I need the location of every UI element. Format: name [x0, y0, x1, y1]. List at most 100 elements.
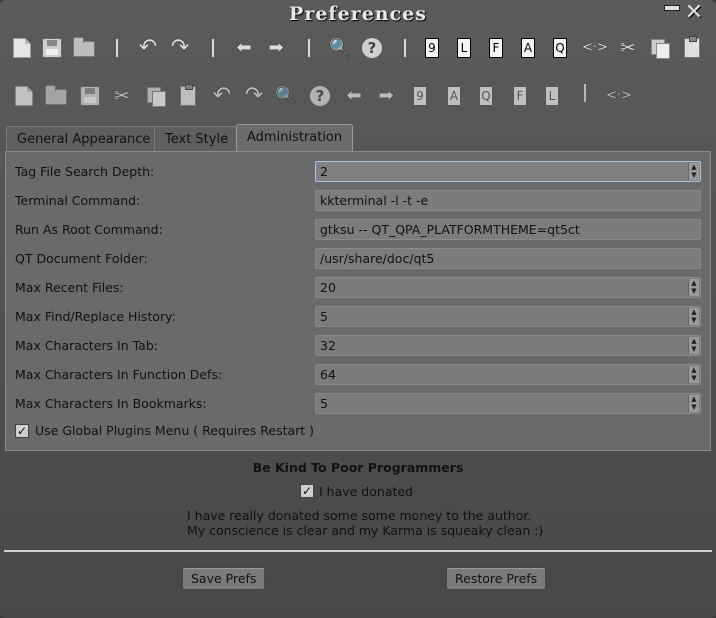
help-button[interactable]: ?	[360, 36, 384, 60]
spin-arrows-icon[interactable]: ▲ ▼	[688, 366, 699, 383]
tab-text-style[interactable]: Text Style	[154, 126, 240, 152]
spin-arrows-icon[interactable]: ▲ ▼	[688, 395, 699, 412]
preview-q-box-button[interactable]: Q	[474, 84, 498, 108]
q-box-button[interactable]: Q	[548, 36, 572, 60]
tag-depth-label: Tag File Search Depth:	[15, 164, 155, 179]
preview-undo-button[interactable]: ↶	[210, 84, 234, 108]
help-icon: ?	[362, 38, 382, 58]
max-func-value: 64	[320, 367, 336, 382]
code-tag-button[interactable]: <·>	[582, 36, 608, 60]
l-box-button[interactable]: L	[452, 36, 476, 60]
toolbar-separator	[212, 39, 214, 57]
tab-administration[interactable]: Administration	[236, 124, 354, 152]
preview-search-button[interactable]: 🔍	[274, 84, 298, 108]
preview-new-button[interactable]	[12, 84, 36, 108]
max-bookmarks-spinbox[interactable]: 5 ▲ ▼	[315, 393, 701, 414]
tag-depth-spinbox[interactable]: 2 ▲ ▼	[315, 161, 701, 182]
max-recent-row: Max Recent Files: 20 ▲ ▼	[15, 277, 705, 299]
restore-prefs-button[interactable]: Restore Prefs	[446, 567, 547, 590]
preview-l-box-button[interactable]: L	[540, 84, 564, 108]
donate-section: Be Kind To Poor Programmers ✓ I have don…	[0, 456, 716, 546]
preferences-window: Preferences ✕ ↶ ↷ ⬅ ➡ 🔍 ? 9 L F A Q <·> …	[0, 0, 716, 618]
root-command-label: Run As Root Command:	[15, 222, 163, 237]
cut-icon: ✂	[114, 85, 130, 107]
preview-nine-box-button[interactable]: 9	[408, 84, 432, 108]
max-tab-row: Max Characters In Tab: 32 ▲ ▼	[15, 335, 705, 357]
tag-depth-row: Tag File Search Depth: 2 ▲ ▼	[15, 161, 705, 183]
max-recent-spinbox[interactable]: 20 ▲ ▼	[315, 277, 701, 298]
donated-checkbox[interactable]: ✓	[300, 484, 314, 498]
code-tag-icon: <·>	[606, 88, 632, 103]
preview-f-box-button[interactable]: F	[508, 84, 532, 108]
open-button[interactable]	[72, 36, 96, 60]
redo-icon: ↷	[244, 83, 264, 108]
cut-icon: ✂	[620, 37, 636, 59]
max-func-spinbox[interactable]: 64 ▲ ▼	[315, 364, 701, 385]
max-tab-spinbox[interactable]: 32 ▲ ▼	[315, 335, 701, 356]
spin-arrows-icon[interactable]: ▲ ▼	[688, 308, 699, 325]
preview-a-box-button[interactable]: A	[442, 84, 466, 108]
terminal-command-input[interactable]: kkterminal -l -t -e	[315, 190, 701, 211]
window-title: Preferences	[289, 3, 427, 25]
donate-message: I have really donated some some money to…	[187, 508, 543, 538]
code-tag-icon: <·>	[582, 40, 608, 55]
preview-cut-button[interactable]: ✂	[110, 84, 134, 108]
search-icon: 🔍	[329, 38, 351, 58]
preview-redo-button[interactable]: ↷	[242, 84, 266, 108]
search-button[interactable]: 🔍	[328, 36, 352, 60]
back-arrow-icon: ⬅	[346, 85, 362, 106]
toolbar-separator	[308, 39, 310, 57]
preview-open-button[interactable]	[44, 84, 68, 108]
global-plugins-label[interactable]: Use Global Plugins Menu ( Requires Resta…	[35, 423, 314, 438]
undo-button[interactable]: ↶	[136, 36, 160, 60]
spin-arrows-icon[interactable]: ▲ ▼	[688, 163, 699, 180]
preview-copy-button[interactable]	[144, 84, 168, 108]
preview-forward-button[interactable]: ➡	[374, 84, 398, 108]
tab-bar: General Appearance Text Style Administra…	[6, 124, 710, 152]
toolbar-separator	[116, 39, 118, 57]
donated-label[interactable]: I have donated	[319, 484, 413, 499]
new-document-button[interactable]	[10, 36, 34, 60]
max-find-spinbox[interactable]: 5 ▲ ▼	[315, 306, 701, 327]
spin-arrows-icon[interactable]: ▲ ▼	[688, 337, 699, 354]
tab-general-appearance[interactable]: General Appearance	[6, 126, 162, 152]
preview-code-tag-button[interactable]: <·>	[606, 84, 632, 108]
close-icon: ✕	[684, 0, 704, 25]
save-prefs-button[interactable]: Save Prefs	[182, 567, 266, 590]
forward-button[interactable]: ➡	[264, 36, 288, 60]
preview-help-button[interactable]: ?	[308, 84, 332, 108]
redo-button[interactable]: ↷	[168, 36, 192, 60]
root-command-input[interactable]: gtksu -- QT_QPA_PLATFORMTHEME=qt5ct	[315, 219, 701, 240]
cut-button[interactable]: ✂	[616, 36, 640, 60]
q-box-icon: Q	[479, 86, 493, 106]
window-controls: ✕	[660, 2, 710, 26]
max-recent-label: Max Recent Files:	[15, 280, 124, 295]
save-button[interactable]	[40, 36, 64, 60]
paste-button[interactable]	[680, 36, 704, 60]
max-find-label: Max Find/Replace History:	[15, 309, 176, 324]
global-plugins-checkbox[interactable]: ✓	[15, 424, 29, 438]
qt-doc-folder-input[interactable]: /usr/share/doc/qt5	[315, 248, 701, 269]
preview-save-button[interactable]	[78, 84, 102, 108]
back-button[interactable]: ⬅	[232, 36, 256, 60]
preview-back-button[interactable]: ⬅	[342, 84, 366, 108]
q-box-icon: Q	[553, 38, 567, 58]
max-tab-value: 32	[320, 338, 336, 353]
donate-title: Be Kind To Poor Programmers	[252, 460, 464, 475]
close-button[interactable]: ✕	[682, 2, 706, 24]
title-bar[interactable]: Preferences ✕	[0, 0, 716, 30]
new-document-icon	[15, 86, 33, 106]
qt-doc-row: QT Document Folder: /usr/share/doc/qt5	[15, 248, 705, 270]
save-icon	[80, 86, 100, 106]
a-box-button[interactable]: A	[516, 36, 540, 60]
l-box-icon: L	[545, 86, 559, 106]
spin-arrows-icon[interactable]: ▲ ▼	[688, 279, 699, 296]
copy-button[interactable]	[648, 36, 672, 60]
preview-paste-button[interactable]	[176, 84, 200, 108]
f-box-icon: F	[513, 86, 527, 106]
donate-message-line1: I have really donated some some money to…	[187, 508, 532, 523]
f-box-button[interactable]: F	[484, 36, 508, 60]
minimize-button[interactable]	[664, 5, 680, 11]
nine-box-button[interactable]: 9	[420, 36, 444, 60]
max-bookmarks-label: Max Characters In Bookmarks:	[15, 396, 207, 411]
